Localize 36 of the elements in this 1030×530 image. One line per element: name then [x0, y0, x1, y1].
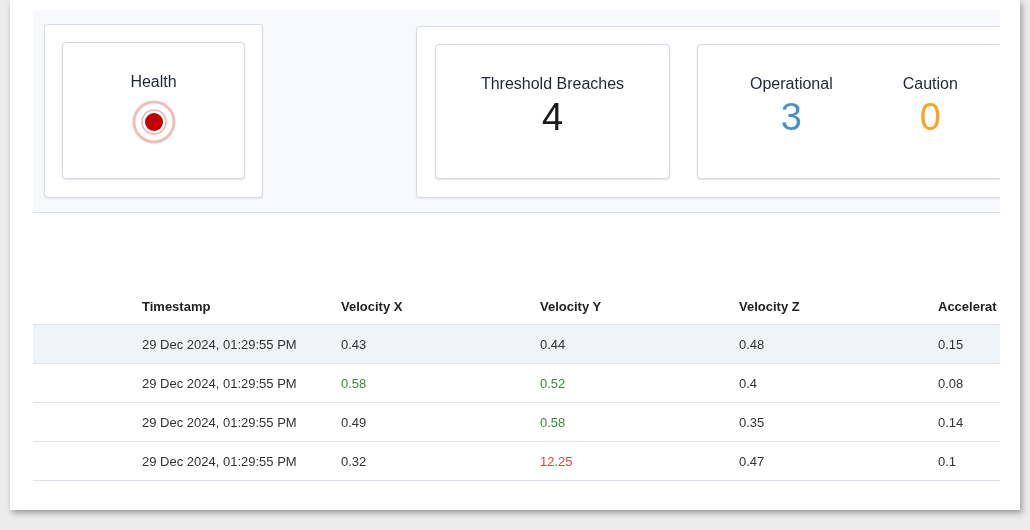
- metric-label: Threshold Breaches: [480, 75, 625, 93]
- table-cell-text: 0.49: [341, 414, 368, 430]
- metric-label: Caution: [902, 75, 958, 93]
- table-cell-text: 0.47: [739, 453, 766, 469]
- metric-value: 4: [541, 95, 564, 139]
- column-header: Timestamp: [142, 298, 212, 314]
- column-header: Velocity Y: [540, 298, 603, 314]
- column-header: Accelerat: [938, 298, 998, 314]
- table-cell-text: 0.43: [341, 336, 368, 352]
- table-cell-text: 0.52: [540, 375, 567, 391]
- table-cell-text: 0.4: [739, 375, 759, 391]
- metric-label: Operational: [750, 75, 833, 93]
- table-cell-text: 0.14: [938, 414, 965, 430]
- metric-value: 3: [780, 95, 802, 139]
- table-row[interactable]: 29 Dec 2024, 01:29:55 PM 0.58 0.52 0.4 0.08: [33, 364, 1000, 403]
- table-cell-text: 0.32: [341, 453, 368, 469]
- metric-value: 0: [919, 95, 941, 139]
- table-cell-text: 0.35: [739, 414, 766, 430]
- table-cell-text: 0.1: [938, 453, 958, 469]
- table-row[interactable]: 29 Dec 2024, 01:29:55 PM 0.49 0.58 0.35 0.14: [33, 403, 1000, 442]
- table-cell-text: 0.48: [739, 336, 766, 352]
- table-cell-text: 0.44: [540, 336, 567, 352]
- table-cell-text: 0.58: [341, 375, 368, 391]
- table-cell-text: 29 Dec 2024, 01:29:55 PM: [142, 375, 298, 391]
- card-title: Health: [130, 73, 177, 91]
- table-cell-text: 0.15: [938, 336, 965, 352]
- table-cell-text: 29 Dec 2024, 01:29:55 PM: [142, 336, 298, 352]
- table-cell-text: 29 Dec 2024, 01:29:55 PM: [142, 414, 298, 430]
- table-row[interactable]: 29 Dec 2024, 01:29:55 PM 0.32 12.25 0.47 0.1: [33, 442, 1000, 481]
- column-header: Velocity Z: [739, 298, 801, 314]
- column-header: Velocity X: [341, 298, 404, 314]
- table-cell-text: 12.25: [540, 453, 574, 469]
- table-cell-text: 29 Dec 2024, 01:29:55 PM: [142, 453, 298, 469]
- table-row[interactable]: 29 Dec 2024, 01:29:55 PM 0.43 0.44 0.48 0.15: [33, 325, 1000, 364]
- table-cell-text: 0.58: [540, 414, 567, 430]
- table-cell-text: 0.08: [938, 375, 965, 391]
